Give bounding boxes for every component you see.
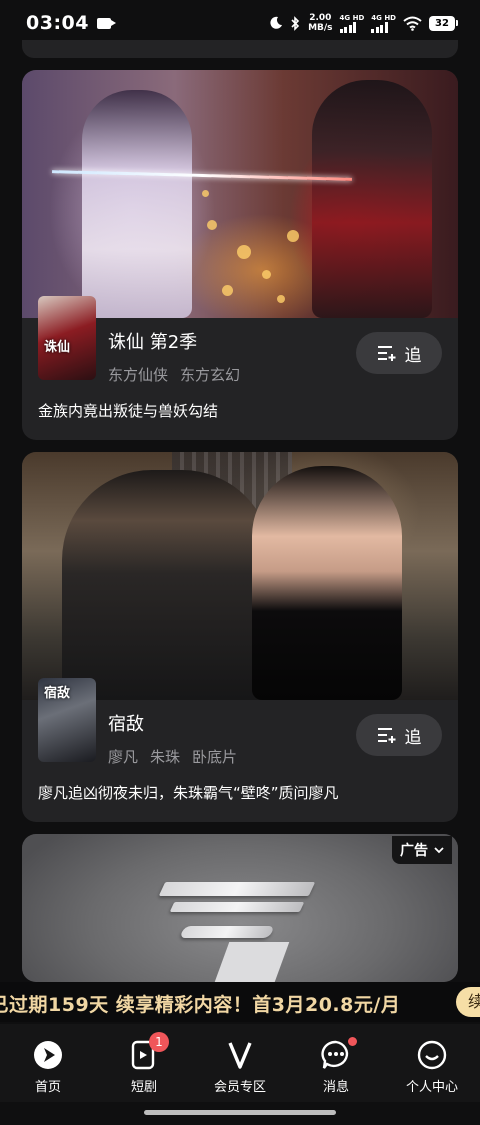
- screen-record-icon: [96, 17, 116, 29]
- show-poster[interactable]: 宿敌: [38, 678, 96, 762]
- nav-label: 会员专区: [213, 1080, 266, 1095]
- status-icons: 2.00 MB/s 4G HD 4G HD 32: [269, 13, 458, 33]
- signal-2: 4G HD: [371, 14, 396, 33]
- show-poster[interactable]: 诛仙: [38, 296, 96, 380]
- previous-card-edge: [22, 40, 458, 58]
- speed-unit: MB/s: [308, 23, 333, 33]
- tag[interactable]: 朱珠: [150, 746, 180, 767]
- follow-list-icon: [377, 728, 395, 743]
- short-drama-icon: 1: [127, 1032, 169, 1072]
- ad-options-button[interactable]: 广告: [392, 836, 452, 864]
- profile-icon: [415, 1038, 449, 1072]
- show-info: 诛仙 第2季 东方仙侠 东方玄幻: [108, 328, 240, 385]
- video-banner-image[interactable]: [22, 70, 458, 318]
- vip-renewal-banner[interactable]: 员已过期159天 续享精彩内容！首3月20.8元/月 续: [0, 982, 480, 1022]
- ad-card[interactable]: 广告: [22, 834, 458, 982]
- show-title[interactable]: 诛仙 第2季: [108, 328, 240, 354]
- home-indicator[interactable]: [144, 1110, 336, 1115]
- follow-list-icon: [377, 346, 395, 361]
- bluetooth-icon: [291, 15, 300, 31]
- status-time: 03:04: [26, 12, 89, 34]
- chevron-down-icon: [434, 846, 444, 853]
- show-info: 宿敌 廖凡 朱珠 卧底片: [108, 710, 237, 767]
- nav-item-profile[interactable]: 个人中心: [387, 1024, 477, 1102]
- show-description[interactable]: 廖凡追凶彻夜未归，朱珠霸气“壁咚”质问廖凡: [38, 782, 339, 803]
- show-tags: 东方仙侠 东方玄幻: [108, 364, 240, 385]
- show-title[interactable]: 宿敌: [108, 710, 237, 736]
- follow-label: 追: [404, 345, 422, 366]
- promo-text[interactable]: 员已过期159天 续享精彩内容！首3月20.8元/月: [0, 990, 400, 1017]
- video-banner-image[interactable]: [22, 452, 458, 700]
- show-description[interactable]: 金族内竟出叛徒与兽妖勾结: [38, 400, 218, 421]
- feed-card[interactable]: 宿敌 宿敌 廖凡 朱珠 卧底片 追 廖凡追凶彻夜未归，朱珠霸气“壁咚”质问廖凡: [22, 452, 458, 822]
- wifi-icon: [403, 16, 422, 31]
- tag[interactable]: 卧底片: [192, 746, 237, 767]
- signal-bars-icon: [339, 21, 357, 33]
- unread-dot: [348, 1037, 357, 1046]
- follow-button[interactable]: 追: [356, 332, 442, 374]
- follow-label: 追: [404, 727, 422, 748]
- tag[interactable]: 东方玄幻: [180, 364, 240, 385]
- speed-value: 2.00: [309, 13, 332, 23]
- signal-bars-icon: [371, 21, 388, 33]
- nav-item-short-drama[interactable]: 1 短剧: [99, 1024, 189, 1102]
- network-speed: 2.00 MB/s: [308, 13, 332, 33]
- moon-icon: [270, 16, 283, 29]
- follow-button[interactable]: 追: [356, 714, 442, 756]
- ad-label: 广告: [400, 843, 428, 859]
- app-screen: 03:04 2.00 MB/s 4G HD 4G HD 32 诛仙 诛仙 第2季…: [0, 0, 480, 1125]
- show-tags: 廖凡 朱珠 卧底片: [108, 746, 237, 767]
- signal-1-label: 4G HD: [339, 13, 365, 22]
- tag[interactable]: 廖凡: [108, 746, 138, 767]
- play-home-icon: [31, 1038, 65, 1072]
- nav-label: 个人中心: [405, 1080, 458, 1095]
- bottom-nav: 首页 1 短剧 会员专区 消息 个人中心: [0, 1024, 480, 1102]
- nav-item-home[interactable]: 首页: [3, 1024, 93, 1102]
- notification-badge: 1: [149, 1032, 169, 1052]
- signal-2-label: 4G HD: [371, 13, 396, 22]
- vip-v-icon: [223, 1038, 257, 1072]
- message-icon: [319, 1037, 357, 1072]
- feed-card[interactable]: 诛仙 诛仙 第2季 东方仙侠 东方玄幻 追 金族内竟出叛徒与兽妖勾结: [22, 70, 458, 440]
- nav-item-messages[interactable]: 消息: [291, 1024, 381, 1102]
- battery-icon: 32: [429, 15, 458, 31]
- renew-button[interactable]: 续: [456, 987, 480, 1017]
- battery-level: 32: [429, 15, 455, 31]
- poster-text: 宿敌: [44, 686, 71, 701]
- nav-label: 短剧: [130, 1080, 157, 1095]
- poster-text: 诛仙: [44, 340, 71, 355]
- nav-label: 消息: [322, 1080, 349, 1095]
- nav-label: 首页: [34, 1080, 61, 1095]
- nav-item-vip[interactable]: 会员专区: [195, 1024, 285, 1102]
- tag[interactable]: 东方仙侠: [108, 364, 168, 385]
- signal-1: 4G HD: [339, 13, 365, 33]
